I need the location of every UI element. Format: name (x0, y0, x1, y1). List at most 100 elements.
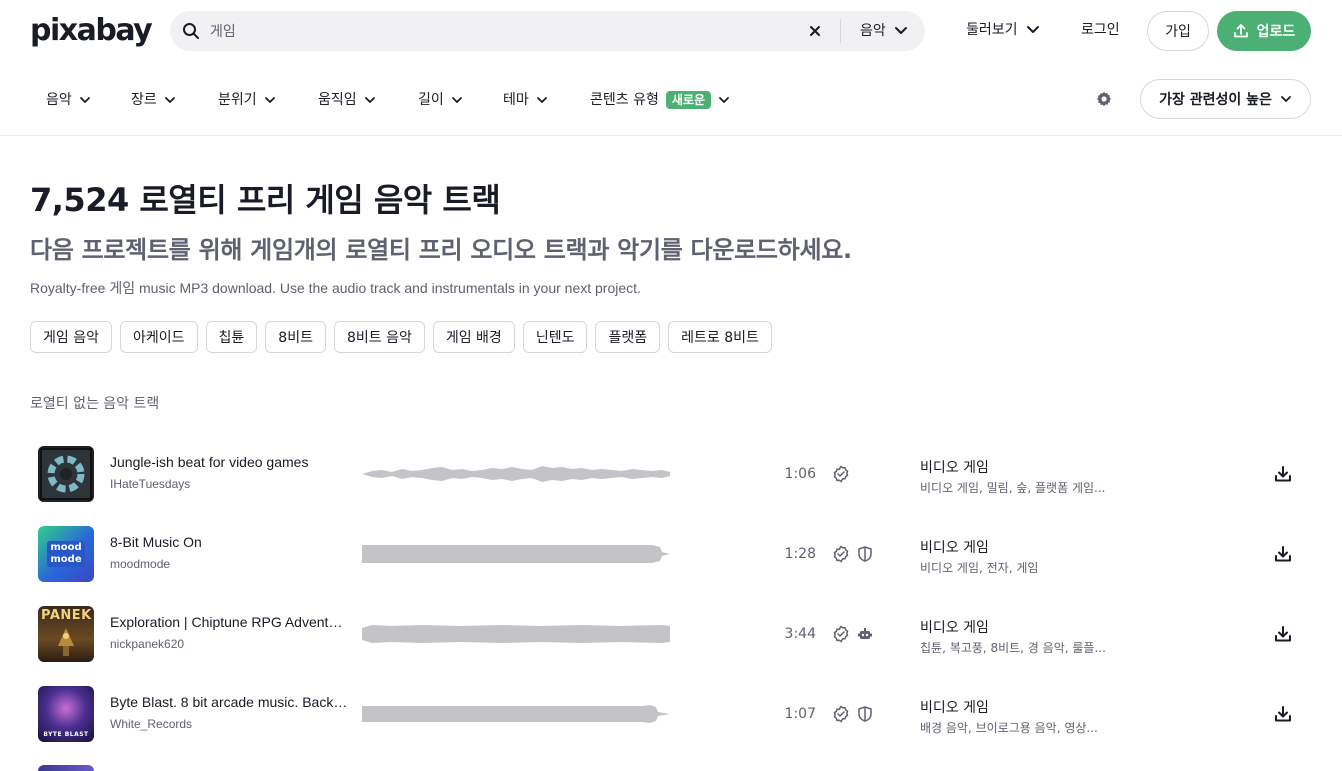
track-thumbnail[interactable]: BYTE BLAST (38, 686, 94, 742)
next-track-thumbnail[interactable] (38, 765, 94, 771)
track-title[interactable]: 8-Bit Music On (110, 532, 350, 552)
track-thumbnail[interactable]: PANEK (38, 606, 94, 662)
search-input[interactable] (210, 19, 790, 43)
track-row[interactable]: BYTE BLAST Byte Blast. 8 bit arcade musi… (30, 684, 1312, 764)
download-icon[interactable] (1273, 464, 1293, 484)
filter-label: 분위기 (218, 92, 257, 108)
waveform[interactable] (362, 698, 672, 730)
track-artist[interactable]: White_Records (110, 716, 192, 732)
track-row[interactable]: PANEK Exploration | Chiptune RPG Adventu… (30, 604, 1312, 684)
section-label: 로열티 없는 음악 트랙 (30, 396, 160, 412)
download-icon[interactable] (1273, 704, 1293, 724)
track-row[interactable]: Jungle-ish beat for video games IHateTue… (30, 444, 1312, 524)
shield-icon (858, 546, 872, 562)
track-artist[interactable]: IHateTuesdays (110, 476, 190, 492)
chevron-down-icon (364, 97, 375, 103)
waveform[interactable] (362, 618, 672, 650)
chevron-down-icon (894, 27, 907, 34)
tag-chip[interactable]: 플랫폼 (595, 321, 661, 353)
chevron-down-icon (1280, 96, 1291, 102)
download-icon[interactable] (1273, 544, 1293, 564)
chevron-down-icon (451, 97, 462, 103)
track-category[interactable]: 비디오 게임 (920, 698, 989, 718)
track-duration: 3:44 (784, 626, 816, 642)
track-artwork-text: mood mode (47, 541, 85, 567)
gear-icon[interactable] (1096, 91, 1112, 107)
chevron-down-icon (264, 97, 275, 103)
filter-label: 음악 (46, 92, 72, 108)
robot-icon (858, 628, 872, 639)
upload-label: 업로드 (1256, 24, 1296, 40)
track-tags: 칩튠, 복고풍, 8비트, 경 음악, 룰플... (920, 641, 1106, 655)
track-category[interactable]: 비디오 게임 (920, 538, 989, 558)
track-artist[interactable]: nickpanek620 (110, 636, 184, 652)
check-badge-icon (833, 705, 849, 723)
pixabay-logo[interactable]: pixabay (30, 12, 153, 50)
filter-genre[interactable]: 장르 (131, 90, 176, 110)
waveform[interactable] (362, 538, 672, 570)
check-badge-icon (833, 545, 849, 563)
filter-label: 테마 (503, 92, 529, 108)
check-badge-icon (833, 465, 849, 483)
filter-label: 콘텐츠 유형 (590, 92, 659, 108)
tag-chip[interactable]: 게임 음악 (30, 321, 112, 353)
track-title[interactable]: Exploration | Chiptune RPG Adventure The… (110, 612, 350, 632)
track-category[interactable]: 비디오 게임 (920, 458, 989, 478)
filter-length[interactable]: 길이 (418, 90, 463, 110)
track-duration: 1:06 (784, 466, 816, 482)
track-duration: 1:07 (784, 706, 816, 722)
track-title[interactable]: Jungle-ish beat for video games (110, 452, 350, 472)
search-icon (183, 23, 199, 39)
track-artwork-text: BYTE BLAST (43, 731, 89, 738)
upload-icon (1233, 24, 1248, 38)
filter-music[interactable]: 음악 (46, 90, 91, 110)
track-category[interactable]: 비디오 게임 (920, 618, 989, 638)
track-title[interactable]: Byte Blast. 8 bit arcade music. Backgrou… (110, 692, 350, 712)
upload-button[interactable]: 업로드 (1217, 11, 1311, 51)
track-row[interactable]: mood mode 8-Bit Music On moodmode 1:28 비… (30, 524, 1312, 604)
chevron-down-icon (1026, 26, 1039, 33)
track-tags: 비디오 게임, 밀림, 숲, 플랫폼 게임... (920, 481, 1106, 495)
top-header: pixabay 음악 둘러보기 로그인 가입 업로드 (0, 0, 1342, 64)
waveform[interactable] (362, 458, 672, 490)
check-badge-icon (833, 625, 849, 643)
page-subtitle: 다음 프로젝트를 위해 게임개의 로열티 프리 오디오 트랙과 악기를 다운로드… (30, 236, 852, 264)
track-thumbnail[interactable] (38, 446, 94, 502)
filter-movement[interactable]: 움직임 (318, 90, 376, 110)
tag-chip[interactable]: 8비트 음악 (333, 321, 425, 353)
chevron-down-icon (79, 97, 90, 103)
filter-theme[interactable]: 테마 (503, 90, 548, 110)
track-artwork (58, 628, 74, 656)
track-duration: 1:28 (784, 546, 816, 562)
filter-mood[interactable]: 분위기 (218, 90, 276, 110)
tag-chip[interactable]: 레트로 8비트 (668, 321, 772, 353)
filter-bar: 음악 장르 분위기 움직임 길이 테마 콘텐츠 유형 새로운 가장 관련성이 높은 (0, 64, 1342, 136)
login-link[interactable]: 로그인 (1081, 20, 1120, 40)
search-divider (840, 19, 841, 43)
page-title: 7,524 로열티 프리 게임 음악 트랙 (30, 181, 501, 219)
explore-menu[interactable]: 둘러보기 (966, 20, 1040, 40)
tag-chip[interactable]: 닌텐도 (522, 321, 588, 353)
media-type-select[interactable]: 음악 (860, 21, 908, 41)
tag-chip[interactable]: 게임 배경 (432, 321, 515, 353)
filter-content-type[interactable]: 콘텐츠 유형 새로운 (590, 90, 730, 110)
track-tags: 비디오 게임, 전자, 게임 (920, 561, 1039, 575)
related-tags: 게임 음악 아케이드 칩튠 8비트 8비트 음악 게임 배경 닌텐도 플랫폼 레… (30, 321, 772, 353)
download-icon[interactable] (1273, 624, 1293, 644)
track-tags: 배경 음악, 브이로그용 음악, 영상... (920, 721, 1098, 735)
chevron-down-icon (164, 97, 175, 103)
track-artwork (38, 446, 94, 502)
tag-chip[interactable]: 8비트 (265, 321, 326, 353)
sort-select[interactable]: 가장 관련성이 높은 (1140, 79, 1311, 119)
track-artist[interactable]: moodmode (110, 556, 170, 572)
tag-chip[interactable]: 아케이드 (119, 321, 198, 353)
join-button[interactable]: 가입 (1147, 11, 1209, 51)
track-thumbnail[interactable]: mood mode (38, 526, 94, 582)
tag-chip[interactable]: 칩튠 (205, 321, 258, 353)
explore-label: 둘러보기 (966, 22, 1018, 38)
search-bar: 음악 (170, 11, 925, 51)
chevron-down-icon (719, 97, 729, 103)
page-description: Royalty-free 게임 music MP3 download. Use … (30, 280, 641, 296)
filter-label: 움직임 (318, 92, 357, 108)
clear-search-icon[interactable] (806, 22, 824, 40)
